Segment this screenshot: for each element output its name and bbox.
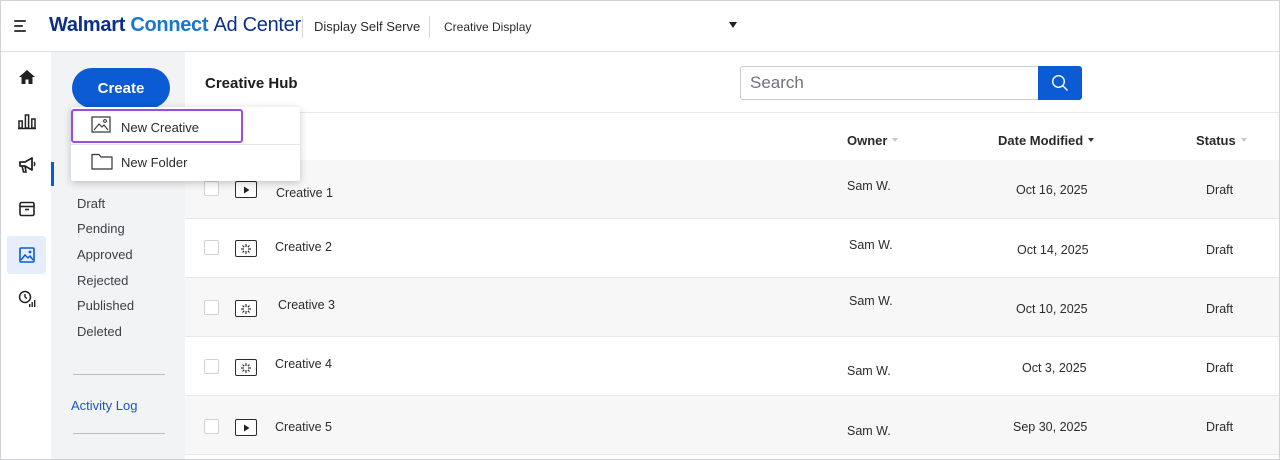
- creative-owner: Sam W.: [849, 294, 893, 308]
- creative-owner: Sam W.: [847, 364, 891, 378]
- rail-archive[interactable]: [7, 190, 46, 228]
- creative-date: Oct 16, 2025: [1016, 183, 1088, 197]
- table-row[interactable]: Creative 5 Sam W. Sep 30, 2025 Draft: [185, 396, 1279, 455]
- column-header-date-modified[interactable]: Date Modified: [998, 133, 1095, 148]
- filter-rejected[interactable]: Rejected: [77, 273, 128, 288]
- top-bar: Walmart Connect Ad Center Display Self S…: [1, 1, 1279, 52]
- column-header-owner[interactable]: Owner: [847, 133, 899, 148]
- creative-status: Draft: [1206, 420, 1234, 434]
- filter-pending[interactable]: Pending: [77, 221, 125, 236]
- sidebar-divider: [73, 433, 165, 434]
- creative-name[interactable]: Creative 3: [278, 298, 335, 312]
- sort-icon: [1240, 138, 1247, 142]
- row-checkbox[interactable]: [204, 359, 219, 374]
- create-menu: New Creative New Folder: [71, 107, 300, 181]
- creative-name[interactable]: Creative 1: [276, 186, 333, 200]
- creative-date: Oct 3, 2025: [1022, 361, 1087, 375]
- sparkle-icon: [235, 359, 257, 376]
- image-icon: [18, 247, 35, 263]
- video-icon: [235, 419, 257, 436]
- rail-insights[interactable]: [7, 280, 46, 318]
- chevron-down-icon[interactable]: [729, 22, 737, 28]
- creative-date: Oct 14, 2025: [1017, 243, 1089, 257]
- creative-name[interactable]: Creative 2: [275, 240, 332, 254]
- row-checkbox[interactable]: [204, 240, 219, 255]
- home-icon: [18, 70, 35, 84]
- filter-approved[interactable]: Approved: [77, 247, 133, 262]
- search-icon: [1051, 74, 1068, 91]
- page-title: Creative Hub: [205, 75, 298, 92]
- app-frame: Walmart Connect Ad Center Display Self S…: [0, 0, 1280, 460]
- image-frame-icon: [91, 116, 111, 133]
- creative-owner: Sam W.: [847, 179, 891, 193]
- creative-date: Sep 30, 2025: [1013, 420, 1088, 434]
- creative-status: Draft: [1206, 183, 1234, 197]
- filter-deleted[interactable]: Deleted: [77, 324, 122, 339]
- sparkle-icon: [235, 300, 257, 317]
- search-input[interactable]: [740, 66, 1040, 100]
- menu-item-new-creative[interactable]: New Creative: [71, 108, 300, 144]
- creative-hub-main: Creative Hub Owner Date Modified Status …: [185, 52, 1279, 459]
- hamburger-menu-icon[interactable]: [14, 18, 30, 34]
- table-row[interactable]: Creative 3 Sam W. Oct 10, 2025 Draft: [185, 278, 1279, 337]
- filter-published[interactable]: Published: [77, 298, 134, 313]
- activity-log-link[interactable]: Activity Log: [71, 398, 137, 413]
- header-divider: [302, 16, 303, 38]
- creative-status: Draft: [1206, 243, 1234, 257]
- table-row[interactable]: Creative 1 Sam W. Oct 16, 2025 Draft: [185, 160, 1279, 219]
- folder-icon: [91, 153, 113, 170]
- sparkle-icon: [235, 240, 257, 257]
- creative-owner: Sam W.: [849, 238, 893, 252]
- rail-campaigns[interactable]: [7, 146, 46, 184]
- filter-draft[interactable]: Draft: [77, 196, 105, 211]
- sidebar-divider: [73, 374, 165, 375]
- creative-status: Draft: [1206, 361, 1234, 375]
- search-button[interactable]: [1038, 66, 1082, 100]
- creative-name[interactable]: Creative 4: [275, 357, 332, 371]
- clock-signal-icon: [18, 290, 35, 307]
- brand-logo[interactable]: Walmart Connect Ad Center: [49, 14, 301, 37]
- column-header-status[interactable]: Status: [1196, 133, 1247, 148]
- row-checkbox[interactable]: [204, 300, 219, 315]
- sort-desc-icon: [1088, 138, 1095, 142]
- active-indicator: [51, 162, 54, 186]
- megaphone-icon: [18, 157, 35, 173]
- creative-status: Draft: [1206, 302, 1234, 316]
- create-button[interactable]: Create: [72, 68, 170, 108]
- row-checkbox[interactable]: [204, 419, 219, 434]
- video-icon: [235, 181, 257, 198]
- menu-item-new-folder[interactable]: New Folder: [71, 145, 300, 181]
- sort-icon: [892, 138, 899, 142]
- product-name[interactable]: Display Self Serve: [314, 19, 420, 34]
- account-selector[interactable]: Creative Display: [444, 20, 531, 34]
- archive-icon: [18, 201, 35, 217]
- search-bar: [740, 66, 1082, 100]
- creative-owner: Sam W.: [847, 424, 891, 438]
- creative-name[interactable]: Creative 5: [275, 420, 332, 434]
- row-checkbox[interactable]: [204, 181, 219, 196]
- header-divider: [429, 16, 430, 38]
- creative-date: Oct 10, 2025: [1016, 302, 1088, 316]
- bar-chart-icon: [17, 114, 36, 130]
- rail-home[interactable]: [7, 58, 46, 96]
- rail-creatives[interactable]: [7, 236, 46, 274]
- icon-rail: [1, 52, 51, 459]
- table-row[interactable]: Creative 4 Sam W. Oct 3, 2025 Draft: [185, 337, 1279, 396]
- toolbar-divider: [185, 112, 1279, 113]
- table-row[interactable]: Creative 2 Sam W. Oct 14, 2025 Draft: [185, 219, 1279, 278]
- rail-reports[interactable]: [7, 102, 46, 140]
